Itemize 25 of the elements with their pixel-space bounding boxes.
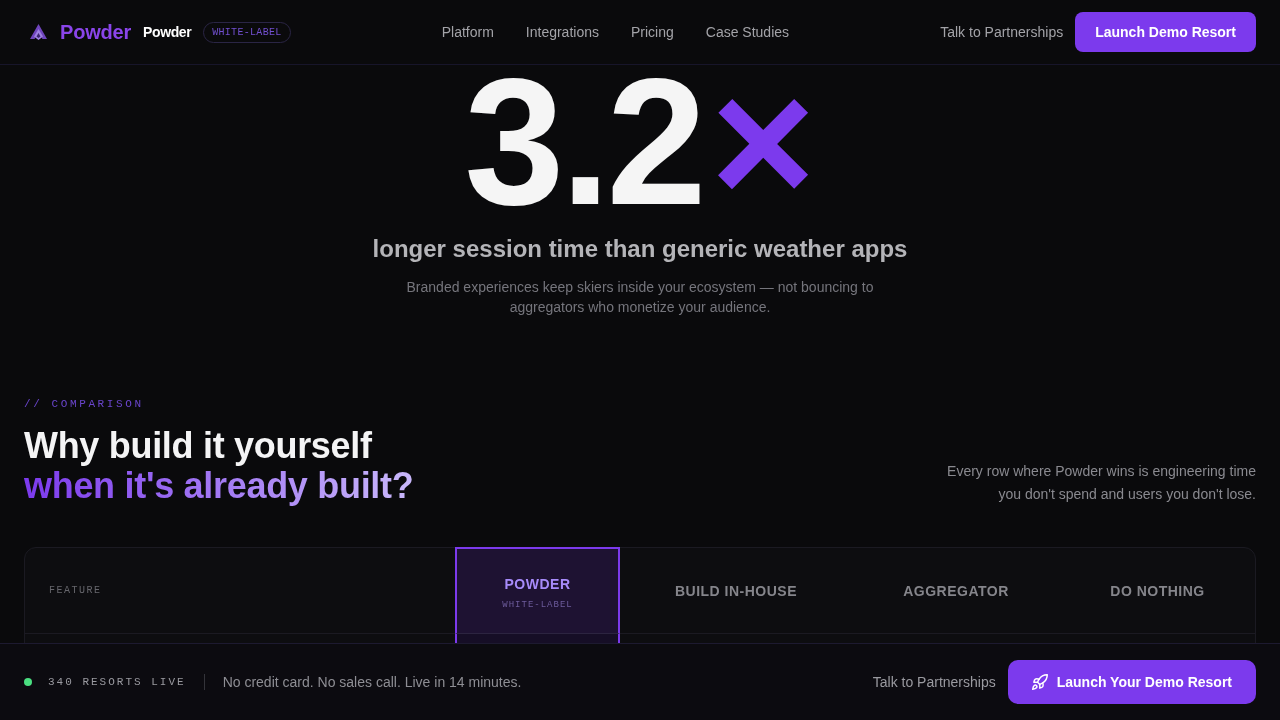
section-eyebrow: // COMPARISON [24,397,144,411]
column-header: DO NOTHING [1060,548,1255,634]
nav-link[interactable]: Case Studies [705,24,790,40]
column-header: AGGREGATOR [852,548,1060,634]
brand-name: Powder [60,20,132,44]
column-header: POWDER WHITE-LABEL [455,547,620,634]
signup-message: No credit card. No sales call. Live in 14 minutes. [222,674,522,690]
product-name: Powder [143,24,192,40]
resorts-live-status: 340 RESORTS LIVE [48,676,186,688]
logo-icon [30,24,47,40]
launch-demo-button[interactable]: Launch Your Demo Resort [1007,660,1256,704]
nav-link[interactable]: Integrations [525,24,599,40]
rocket-icon [1031,674,1048,690]
partnerships-link[interactable]: Talk to Partnerships [940,24,1064,40]
nav-link[interactable]: Platform [441,24,494,40]
section-note: Every row where Powder wins is engineering time you don't spend and users you don't lose. [946,462,1256,504]
nav-link[interactable]: Pricing [631,24,674,40]
column-header: BUILD IN-HOUSE [620,548,852,634]
launch-demo-button[interactable]: Launch Demo Resort [1075,12,1256,52]
section-title: Why build it yourself [24,426,372,466]
stat-headline: longer session time than generic weather apps [372,234,908,264]
stat-value: 3.2 [464,65,703,218]
partnerships-link[interactable]: Talk to Partnerships [872,674,996,690]
stat-description: Branded experiences keep skiers inside your ecosystem — not bouncing to aggregators who monetize your audience. [405,278,875,317]
stat-unit: × [710,65,816,218]
